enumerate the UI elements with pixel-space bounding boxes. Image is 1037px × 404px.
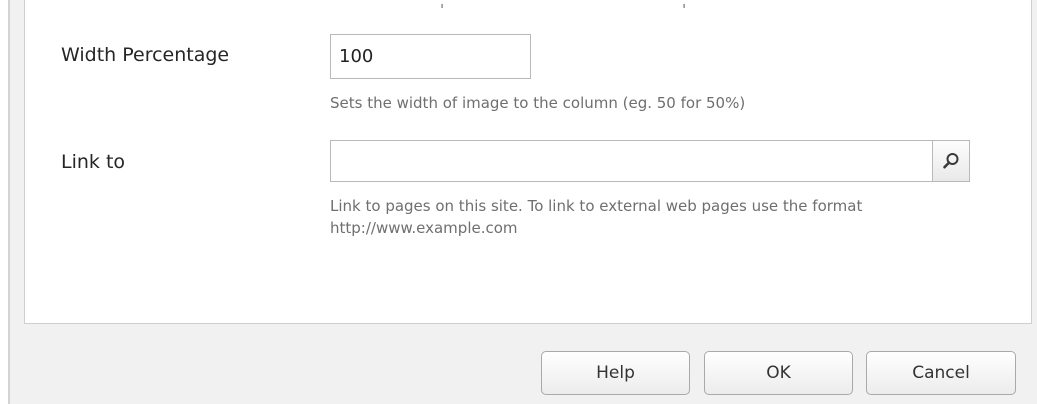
link-to-label: Link to	[61, 151, 126, 173]
link-picker-button[interactable]	[932, 140, 970, 182]
width-percentage-hint: Sets the width of image to the column (e…	[330, 94, 746, 112]
width-percentage-label: Width Percentage	[61, 44, 230, 66]
cancel-button[interactable]: Cancel	[866, 351, 1016, 395]
search-icon	[943, 153, 959, 169]
ok-button[interactable]: OK	[704, 351, 853, 395]
link-to-hint: Link to pages on this site. To link to e…	[330, 197, 863, 237]
help-button[interactable]: Help	[541, 351, 690, 395]
width-percentage-input[interactable]	[330, 34, 531, 79]
link-to-input[interactable]	[330, 140, 933, 182]
